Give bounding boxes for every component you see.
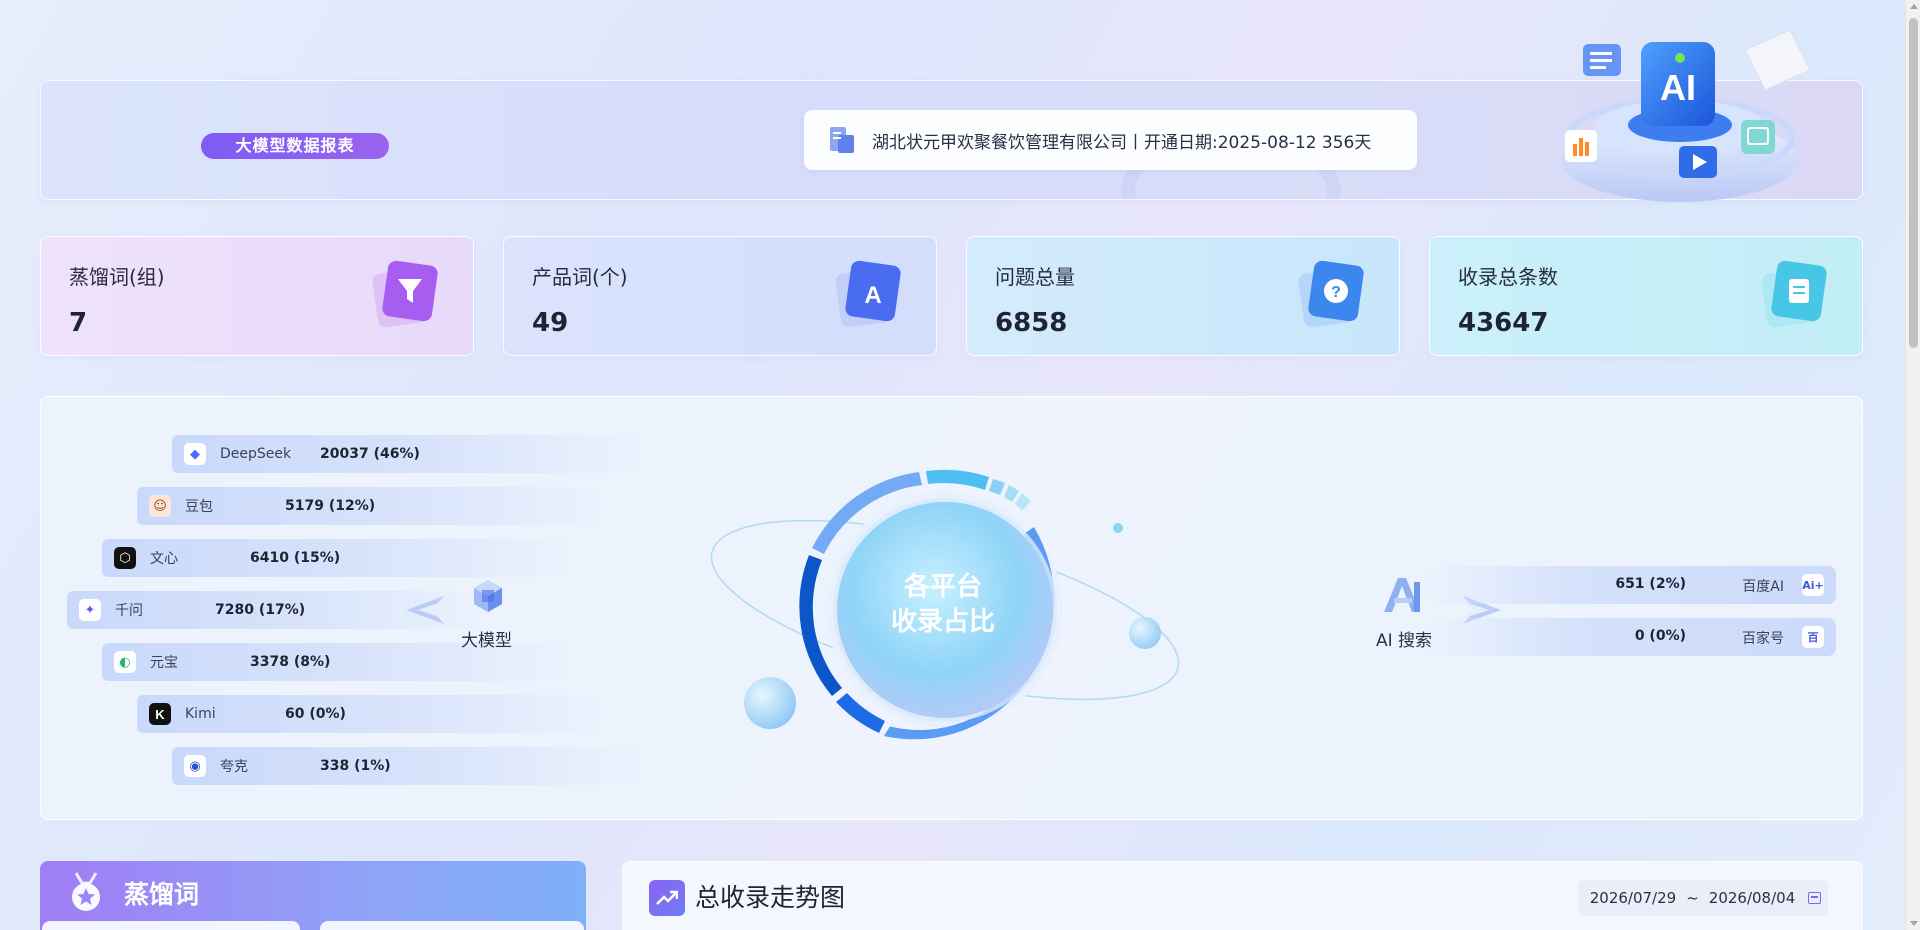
- wenxin-icon: ⬡: [114, 547, 136, 569]
- llm-name: 千问: [115, 603, 143, 619]
- ai-search-value: 651 (2%): [1615, 576, 1686, 592]
- llm-row-doubao[interactable]: ☺ 豆包 5179 (12%): [137, 487, 607, 525]
- llm-row-wenxin[interactable]: ⬡ 文心 6410 (15%): [102, 539, 572, 577]
- llm-row-deepseek[interactable]: ◆ DeepSeek 20037 (46%): [172, 435, 642, 473]
- baidu-ai-icon: Ai+: [1802, 574, 1824, 596]
- yuanbao-icon: ◐: [114, 651, 136, 673]
- llm-value: 6410 (15%): [250, 550, 341, 566]
- doubao-icon: ☺: [149, 495, 171, 517]
- building-icon: [828, 125, 856, 155]
- llm-name: 元宝: [150, 655, 178, 671]
- medal-icon: [72, 872, 100, 911]
- company-info-box: 湖北状元甲欢聚餐饮管理有限公司丨开通日期:2025-08-12 356天: [804, 110, 1417, 170]
- svg-text:A: A: [864, 282, 881, 309]
- llm-value: 3378 (8%): [250, 654, 331, 670]
- model-cube-icon: [474, 580, 502, 612]
- donut-title-line2: 收录占比: [891, 607, 995, 637]
- ai-search-icon: [1384, 578, 1420, 612]
- ai-illustration-text: AI: [1660, 67, 1696, 108]
- scroll-up-arrow-icon[interactable]: [1910, 4, 1918, 9]
- deepseek-icon: ◆: [184, 443, 206, 465]
- vertical-scrollbar[interactable]: [1905, 0, 1920, 930]
- llm-name: DeepSeek: [220, 446, 292, 462]
- report-title-badge: 大模型数据报表: [201, 133, 389, 159]
- calendar-icon[interactable]: [1808, 892, 1822, 904]
- big-model-label: 大模型: [461, 631, 512, 651]
- platform-share-donut: 各平台 收录占比: [710, 469, 1180, 740]
- letter-a-icon: A: [835, 260, 901, 328]
- distill-card-title: 蒸馏词: [124, 880, 200, 909]
- ai-search-row-baijiahao[interactable]: 0 (0%) 百家号 百: [1426, 618, 1836, 656]
- svg-text:?: ?: [1331, 284, 1341, 301]
- distill-tab-bar: [42, 921, 584, 930]
- ai-search-row-baidu[interactable]: 651 (2%) 百度AI Ai+: [1426, 566, 1836, 604]
- report-page: 大模型数据报表 湖北状元甲欢聚餐饮管理有限公司丨开通日期:2025-08-12 …: [0, 0, 1905, 930]
- llm-value: 338 (1%): [320, 758, 391, 774]
- document-icon: [1761, 260, 1827, 328]
- donut-title-line1: 各平台: [903, 571, 982, 602]
- llm-value: 20037 (46%): [320, 446, 420, 462]
- kimi-icon: K: [149, 703, 171, 725]
- llm-value: 60 (0%): [285, 706, 346, 722]
- distill-tab-2[interactable]: [320, 921, 584, 930]
- llm-value: 7280 (17%): [215, 602, 306, 618]
- company-info-text: 湖北状元甲欢聚餐饮管理有限公司丨开通日期:2025-08-12 356天: [872, 132, 1372, 153]
- ai-illustration: AI: [1562, 29, 1811, 202]
- funnel-icon: [372, 260, 438, 328]
- date-range-picker[interactable]: 2026/07/29 ~ 2026/08/04: [1578, 880, 1828, 916]
- scroll-down-arrow-icon[interactable]: [1910, 921, 1918, 926]
- llm-name: 夸克: [220, 759, 248, 775]
- stat-card-total-questions: 问题总量 6858 ?: [966, 236, 1400, 356]
- distill-tab-1[interactable]: [42, 921, 300, 930]
- baijiahao-icon: 百: [1802, 626, 1824, 648]
- date-end: 2026/08/04: [1708, 889, 1796, 907]
- trend-card-title: 总收录走势图: [695, 883, 846, 912]
- date-separator: ~: [1686, 889, 1699, 907]
- trend-card: 总收录走势图 2026/07/29 ~ 2026/08/04: [622, 861, 1863, 930]
- distill-words-card: 蒸馏词: [40, 861, 586, 930]
- qianwen-icon: ✦: [79, 599, 101, 621]
- llm-name: 文心: [150, 551, 178, 567]
- stat-card-distill-words: 蒸馏词(组) 7: [40, 236, 474, 356]
- stat-card-total-indexed: 收录总条数 43647: [1429, 236, 1863, 356]
- llm-name: 豆包: [185, 499, 213, 515]
- ai-search-label: AI 搜索: [1376, 631, 1433, 651]
- llm-row-kimi[interactable]: K Kimi 60 (0%): [137, 695, 607, 733]
- scrollbar-thumb[interactable]: [1909, 18, 1918, 348]
- quark-icon: ◉: [184, 755, 206, 777]
- llm-value: 5179 (12%): [285, 498, 376, 514]
- date-start: 2026/07/29: [1589, 889, 1677, 907]
- stat-card-product-words: 产品词(个) 49 A: [503, 236, 937, 356]
- question-icon: ?: [1298, 260, 1364, 328]
- llm-name: Kimi: [185, 706, 216, 722]
- trend-up-icon: [649, 880, 685, 916]
- llm-row-quark[interactable]: ◉ 夸克 338 (1%): [172, 747, 642, 785]
- ai-search-value: 0 (0%): [1634, 628, 1686, 644]
- ai-search-name: 百家号: [1742, 631, 1784, 647]
- left-arrow-icon: [406, 596, 444, 624]
- ai-search-name: 百度AI: [1742, 579, 1784, 595]
